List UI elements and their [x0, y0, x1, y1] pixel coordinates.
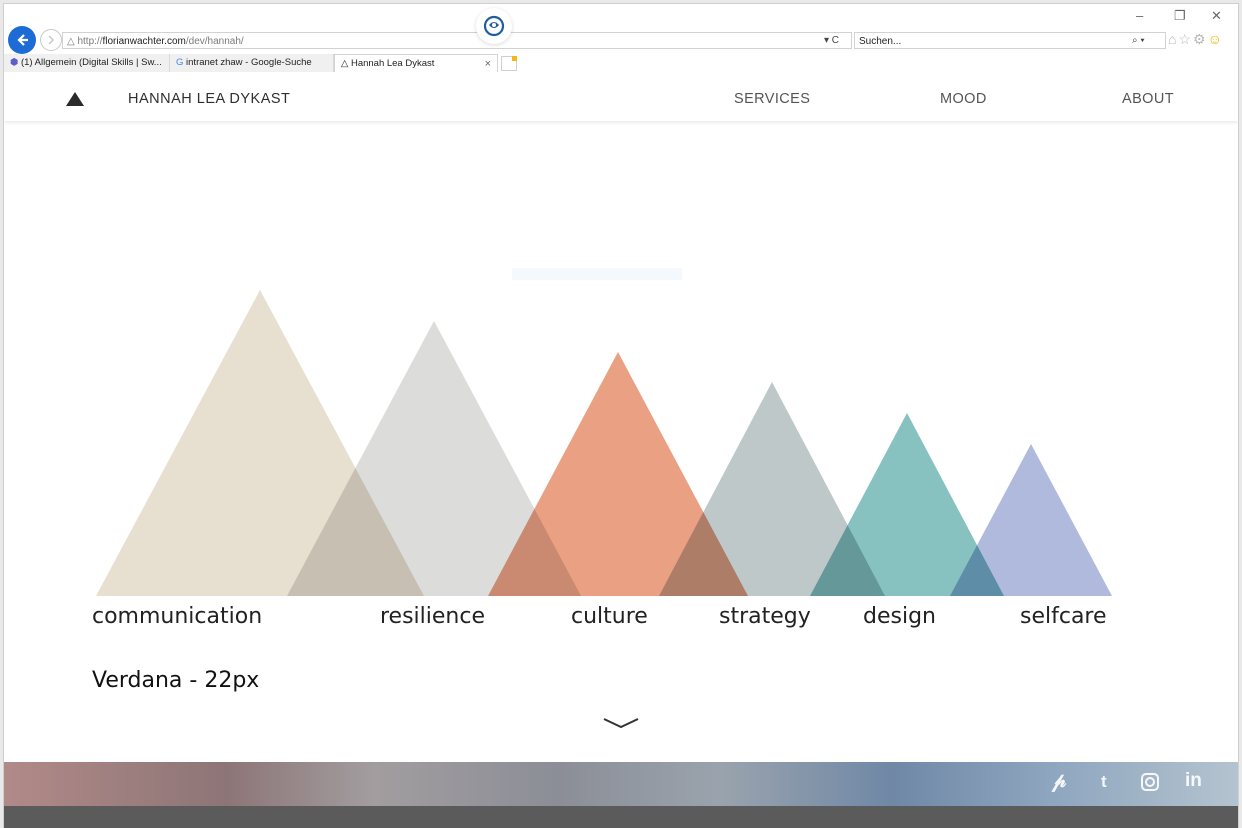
google-icon: G	[176, 57, 187, 68]
search-input[interactable]: Suchen...	[854, 32, 1166, 49]
tumblr-icon[interactable]: t	[1101, 772, 1107, 792]
nav-services[interactable]: SERVICES	[734, 91, 810, 107]
chevron-down-icon[interactable]	[602, 716, 640, 730]
tab-label: (1) Allgemein (Digital Skills | Sw...	[20, 57, 162, 68]
label-communication[interactable]: communication	[92, 604, 262, 629]
new-tab-button[interactable]	[501, 56, 517, 71]
feedback-smiley-icon[interactable]: ☺	[1208, 31, 1224, 47]
footer-dark-bar	[4, 806, 1238, 828]
pinterest-icon[interactable]: 𝓅	[1052, 770, 1066, 793]
tab-allgemein[interactable]: ⬢ (1) Allgemein (Digital Skills | Sw...	[4, 54, 170, 72]
mountain-graphic	[96, 290, 1112, 596]
url-prefix: http://	[77, 36, 103, 47]
label-selfcare[interactable]: selfcare	[1020, 604, 1107, 629]
close-tab-button[interactable]: ×	[485, 55, 491, 72]
favorites-star-icon[interactable]: ☆	[1178, 31, 1193, 47]
url-path: /dev/hannah/	[185, 36, 244, 47]
restore-button[interactable]: ❐	[1174, 8, 1186, 24]
site-header: HANNAH LEA DYKAST SERVICES MOOD ABOUT	[4, 75, 1238, 121]
tab-label: Hannah Lea Dykast	[350, 58, 435, 69]
label-resilience[interactable]: resilience	[380, 604, 485, 629]
brand-name[interactable]: HANNAH LEA DYKAST	[128, 91, 290, 107]
brand-triangle-icon[interactable]	[66, 92, 84, 106]
arrow-right-icon	[48, 35, 55, 45]
search-icon[interactable]: ⌕ ▾	[1132, 32, 1145, 49]
teams-icon: ⬢	[10, 57, 21, 68]
url-domain: florianwachter.com	[102, 36, 186, 47]
gear-icon[interactable]: ⚙	[1193, 31, 1208, 47]
browser-window: △ http://florianwachter.com/dev/hannah/ …	[4, 4, 1238, 828]
tab-hannah-lea-dykast[interactable]: △ Hannah Lea Dykast ×	[334, 54, 498, 72]
label-strategy[interactable]: strategy	[719, 604, 811, 629]
home-icon[interactable]: ⌂	[1168, 31, 1178, 47]
tab-strip: ⬢ (1) Allgemein (Digital Skills | Sw... …	[4, 54, 1238, 72]
site-favicon-icon: △	[341, 58, 351, 69]
tab-label: intranet zhaw - Google-Suche	[186, 57, 312, 68]
toolbar-icons: ⌂☆⚙☺	[1168, 31, 1224, 48]
font-note: Verdana - 22px	[92, 668, 260, 693]
label-culture[interactable]: culture	[571, 604, 648, 629]
site-favicon-icon: △	[67, 36, 78, 47]
extension-logo-icon[interactable]	[476, 8, 512, 44]
close-window-button[interactable]: ✕	[1211, 8, 1222, 24]
browser-chrome: △ http://florianwachter.com/dev/hannah/ …	[4, 4, 1238, 74]
nav-mood[interactable]: MOOD	[940, 91, 987, 107]
instagram-icon[interactable]	[1140, 772, 1160, 798]
tab-intranet-zhaw[interactable]: G intranet zhaw - Google-Suche	[170, 54, 334, 72]
mountain-selfcare[interactable]	[950, 444, 1112, 596]
label-design[interactable]: design	[863, 604, 936, 629]
linkedin-icon[interactable]: in	[1185, 770, 1202, 792]
forward-button[interactable]	[40, 29, 62, 51]
refresh-button[interactable]: ▾ C	[824, 32, 839, 49]
back-button[interactable]	[8, 26, 36, 54]
arrow-left-icon	[17, 34, 28, 46]
minimize-button[interactable]: –	[1136, 8, 1143, 23]
nav-about[interactable]: ABOUT	[1122, 91, 1174, 107]
address-bar[interactable]: △ http://florianwachter.com/dev/hannah/	[62, 32, 852, 49]
